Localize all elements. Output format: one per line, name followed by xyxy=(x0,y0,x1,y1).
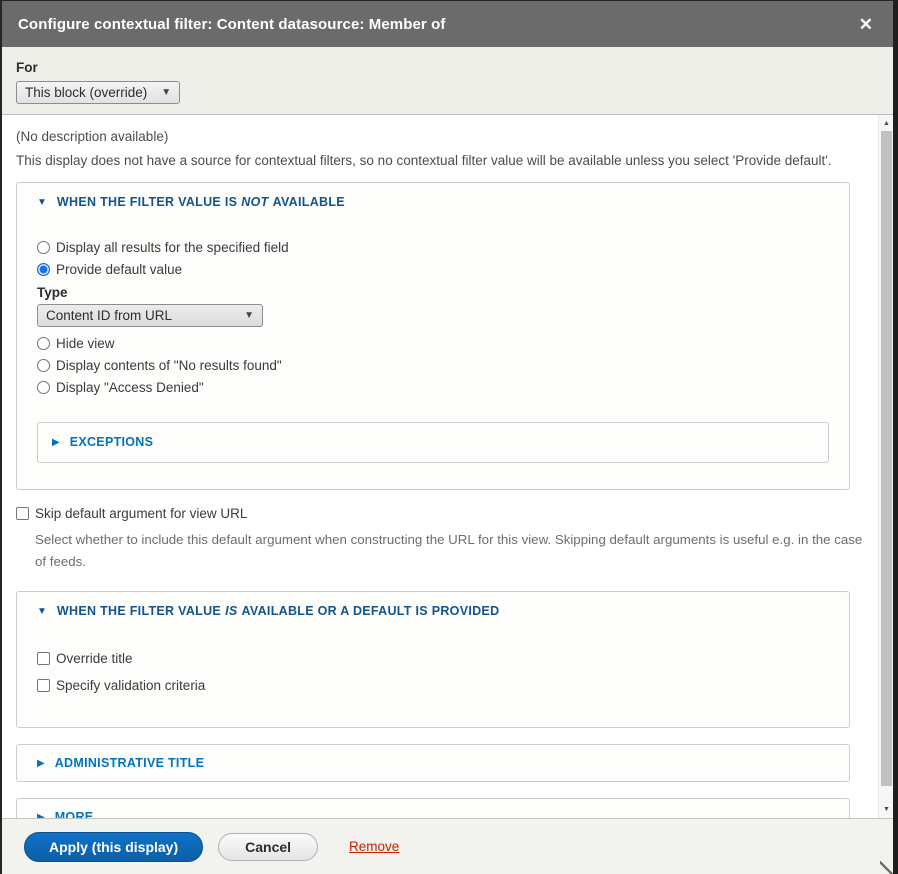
radio-label: Display "Access Denied" xyxy=(56,380,204,395)
remove-link[interactable]: Remove xyxy=(349,839,399,854)
fieldset-more: ▶ MORE xyxy=(16,798,850,818)
specify-validation-label: Specify validation criteria xyxy=(56,678,205,693)
scroll-down-icon[interactable]: ▼ xyxy=(879,802,893,817)
fieldset-exceptions: ▶ EXCEPTIONS xyxy=(37,422,829,463)
fieldset-more-label: MORE xyxy=(55,810,94,818)
resize-grip-icon[interactable] xyxy=(880,861,893,874)
radio-option-provide-default[interactable]: Provide default value xyxy=(37,258,829,280)
skip-default-argument-checkbox[interactable]: Skip default argument for view URL xyxy=(16,506,850,521)
cancel-button[interactable]: Cancel xyxy=(218,833,318,861)
radio-checked-icon[interactable] xyxy=(37,263,50,276)
radio-label: Provide default value xyxy=(56,262,182,277)
fieldset-more-toggle[interactable]: ▶ MORE xyxy=(37,810,829,818)
scrollbar-thumb[interactable] xyxy=(881,131,892,786)
fieldset-available-toggle[interactable]: ▼ WHEN THE FILTER VALUEISAVAILABLE OR A … xyxy=(37,604,829,618)
close-icon[interactable]: ✕ xyxy=(855,14,877,35)
override-title-checkbox[interactable]: Override title xyxy=(37,645,829,672)
fieldset-administrative-title-label: ADMINISTRATIVE TITLE xyxy=(55,756,205,770)
fieldset-administrative-title-toggle[interactable]: ▶ ADMINISTRATIVE TITLE xyxy=(37,756,829,770)
radio-label: Display contents of "No results found" xyxy=(56,358,282,373)
radio-icon[interactable] xyxy=(37,337,50,350)
display-source-note: This display does not have a source for … xyxy=(16,153,850,168)
specify-validation-checkbox[interactable]: Specify validation criteria xyxy=(37,672,829,699)
apply-button[interactable]: Apply (this display) xyxy=(24,832,203,862)
vertical-scrollbar[interactable]: ▲ ▼ xyxy=(878,115,893,818)
radio-option-hide-view[interactable]: Hide view xyxy=(37,332,829,354)
dialog-title: Configure contextual filter: Content dat… xyxy=(18,16,446,33)
chevron-down-icon: ▼ xyxy=(161,87,171,98)
checkbox-icon[interactable] xyxy=(37,652,50,665)
fieldset-not-available-toggle[interactable]: ▼ WHEN THE FILTER VALUE ISNOTAVAILABLE xyxy=(37,195,829,209)
radio-label: Hide view xyxy=(56,336,115,351)
fieldset-administrative-title: ▶ ADMINISTRATIVE TITLE xyxy=(16,744,850,782)
chevron-down-icon: ▼ xyxy=(244,310,254,321)
skip-default-argument-description: Select whether to include this default a… xyxy=(35,529,871,573)
configure-contextual-filter-dialog: Configure contextual filter: Content dat… xyxy=(0,0,893,874)
dialog-titlebar: Configure contextual filter: Content dat… xyxy=(2,1,893,47)
collapse-arrow-icon: ▼ xyxy=(37,197,47,208)
collapse-arrow-icon: ▼ xyxy=(37,606,47,617)
checkbox-icon[interactable] xyxy=(16,507,29,520)
radio-option-no-results[interactable]: Display contents of "No results found" xyxy=(37,354,829,376)
radio-icon[interactable] xyxy=(37,359,50,372)
fieldset-available-title: WHEN THE FILTER VALUEISAVAILABLE OR A DE… xyxy=(57,604,500,618)
fieldset-not-available-title: WHEN THE FILTER VALUE ISNOTAVAILABLE xyxy=(57,195,345,209)
fieldset-exceptions-title: EXCEPTIONS xyxy=(70,435,154,449)
for-select-value: This block (override) xyxy=(25,85,147,100)
scroll-up-icon[interactable]: ▲ xyxy=(879,116,893,131)
fieldset-exceptions-toggle[interactable]: ▶ EXCEPTIONS xyxy=(52,435,814,449)
no-description-text: (No description available) xyxy=(16,129,850,144)
for-section: For This block (override) ▼ xyxy=(2,47,893,115)
fieldset-filter-not-available: ▼ WHEN THE FILTER VALUE ISNOTAVAILABLE D… xyxy=(16,182,850,490)
override-title-label: Override title xyxy=(56,651,133,666)
type-select-value: Content ID from URL xyxy=(46,308,172,323)
dialog-scroll-region: (No description available) This display … xyxy=(2,115,893,818)
type-label: Type xyxy=(37,285,829,300)
checkbox-icon[interactable] xyxy=(37,679,50,692)
radio-icon[interactable] xyxy=(37,381,50,394)
expand-arrow-icon: ▶ xyxy=(52,437,60,448)
radio-icon[interactable] xyxy=(37,241,50,254)
expand-arrow-icon: ▶ xyxy=(37,758,45,769)
for-label: For xyxy=(16,60,879,75)
radio-option-display-all[interactable]: Display all results for the specified fi… xyxy=(37,236,829,258)
dialog-buttonpane: Apply (this display) Cancel Remove xyxy=(2,818,893,874)
for-select[interactable]: This block (override) ▼ xyxy=(16,81,180,104)
fieldset-filter-available: ▼ WHEN THE FILTER VALUEISAVAILABLE OR A … xyxy=(16,591,850,728)
default-type-select[interactable]: Content ID from URL ▼ xyxy=(37,304,263,327)
skip-default-argument-label: Skip default argument for view URL xyxy=(35,506,247,521)
radio-option-access-denied[interactable]: Display "Access Denied" xyxy=(37,376,829,398)
radio-label: Display all results for the specified fi… xyxy=(56,240,289,255)
